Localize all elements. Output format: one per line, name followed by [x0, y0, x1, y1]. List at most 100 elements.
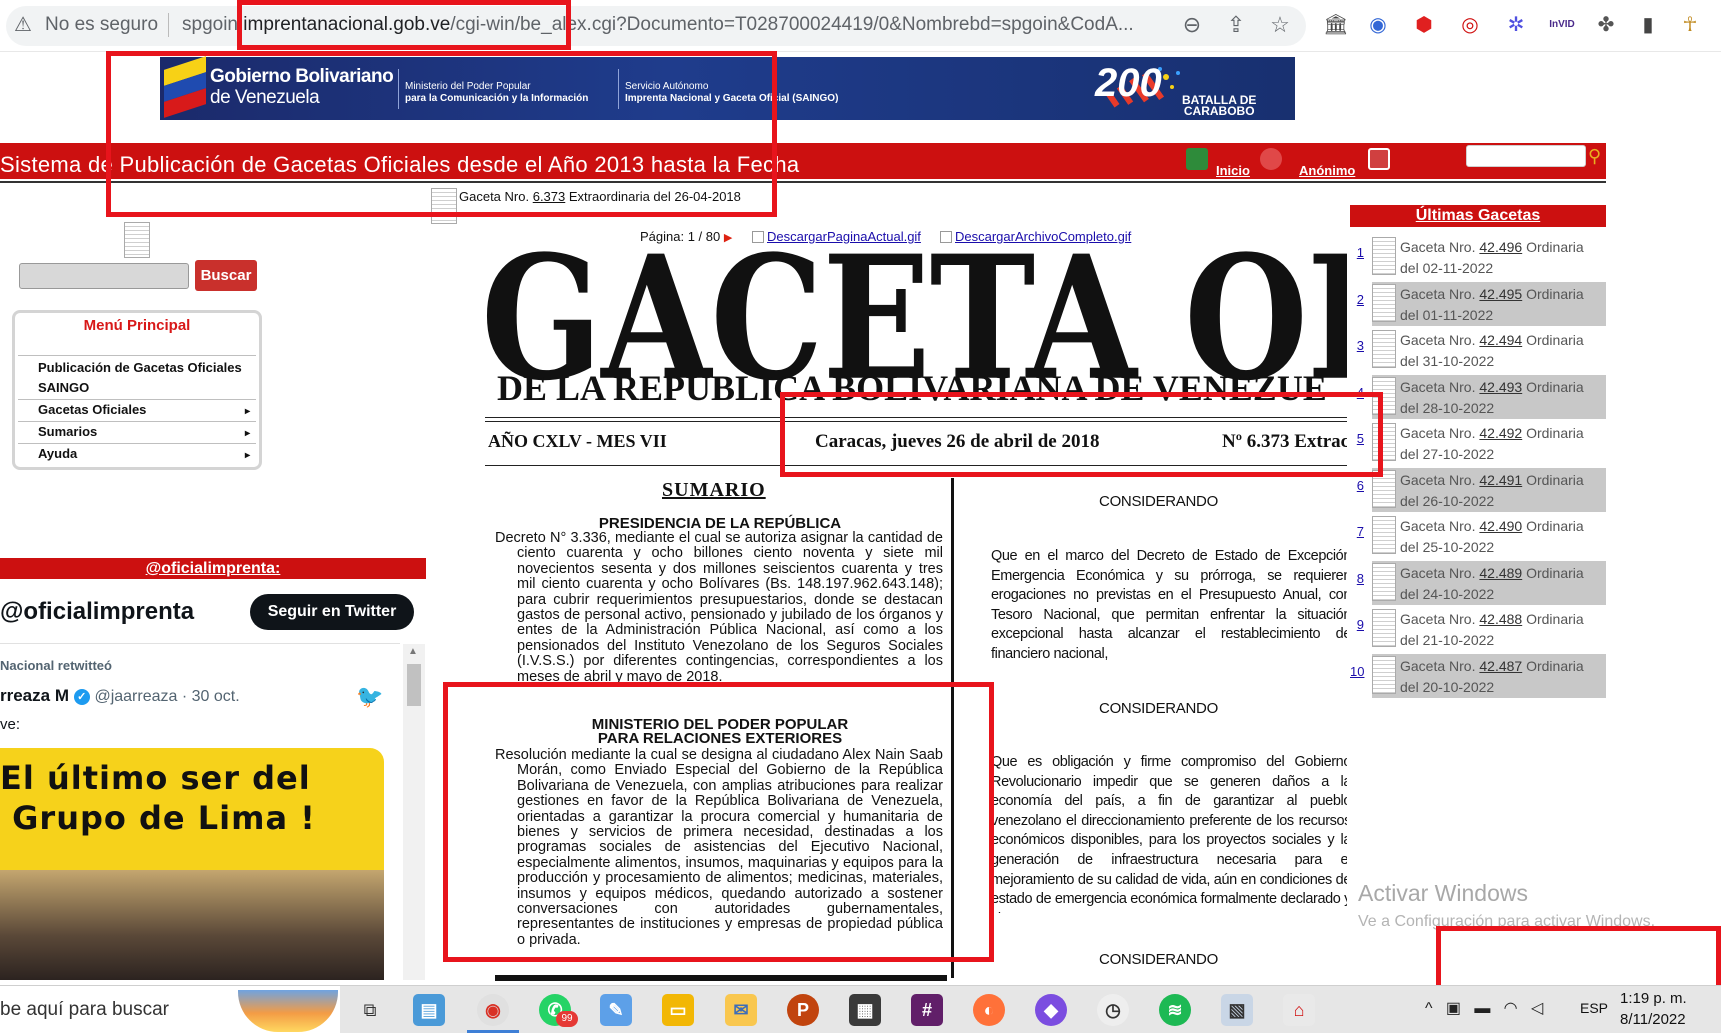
download-file-link[interactable]: DescargarArchivoCompleto.gif	[940, 229, 1131, 244]
buscar-button[interactable]: Buscar	[195, 260, 257, 291]
clock-time[interactable]: 1:19 p. m.	[1620, 990, 1687, 1007]
ultima-gaceta-index[interactable]: 10	[1350, 664, 1364, 679]
header-search-input[interactable]	[1466, 145, 1586, 167]
language-indicator[interactable]: ESP	[1580, 1000, 1608, 1016]
taskbar-search-text[interactable]: be aquí para buscar	[0, 999, 169, 1021]
menu-item-publicacion[interactable]: Publicación de Gacetas Oficiales SAINGO	[18, 355, 256, 397]
twitter-account-name[interactable]: @oficialimprenta	[0, 598, 194, 626]
ultima-gaceta-box[interactable]: Gaceta Nro. 42.492 Ordinaria del 27-10-20…	[1372, 421, 1606, 465]
slack-icon[interactable]: #	[911, 994, 943, 1026]
warning-icon[interactable]: ⚠	[14, 12, 32, 37]
gaceta-thumbnail-icon[interactable]	[124, 222, 150, 258]
ultima-gaceta-box[interactable]: Gaceta Nro. 42.487 Ordinaria del 20-10-20…	[1372, 653, 1606, 698]
volume-icon[interactable]: ◁	[1531, 1000, 1543, 1017]
scroll-up-icon[interactable]: ▲	[408, 646, 418, 657]
files-app-icon[interactable]: ▤	[413, 994, 445, 1026]
ultima-gaceta-item[interactable]: 8 Gaceta Nro. 42.489 Ordinaria del 24-10-2…	[1350, 560, 1606, 607]
home-icon[interactable]	[1186, 148, 1208, 170]
follow-twitter-button[interactable]: Seguir en Twitter	[250, 594, 414, 630]
camera-icon[interactable]: ▣	[1446, 1000, 1461, 1017]
nav-inicio-link[interactable]: Inicio	[1216, 163, 1250, 178]
sticky-notes-icon[interactable]: ✉	[725, 994, 757, 1026]
bank-extension-icon[interactable]: 🏛	[1322, 11, 1350, 39]
ultima-gaceta-item[interactable]: 9 Gaceta Nro. 42.488 Ordinaria del 21-10-2…	[1350, 607, 1606, 653]
clock-app-icon[interactable]: ◷	[1097, 994, 1129, 1026]
nav-anonimo-link[interactable]: Anónimo	[1299, 163, 1355, 178]
ultima-gaceta-index[interactable]: 9	[1350, 617, 1364, 632]
calculator-icon[interactable]: ▦	[849, 994, 881, 1026]
logout-icon[interactable]	[1368, 148, 1390, 170]
ultima-gaceta-box[interactable]: Gaceta Nro. 42.490 Ordinaria del 25-10-20…	[1372, 514, 1606, 558]
ultima-gaceta-box[interactable]: Gaceta Nro. 42.491 Ordinaria del 26-10-20…	[1372, 467, 1606, 512]
download-page-link[interactable]: DescargarPaginaActual.gif	[752, 229, 921, 244]
twitter-scrollbar[interactable]: ▲	[403, 644, 425, 980]
ultima-gaceta-item[interactable]: 10 Gaceta Nro. 42.487 Ordinaria del 20-10-…	[1350, 653, 1606, 700]
ultima-gaceta-number-link[interactable]: 42.495	[1479, 286, 1522, 302]
firefox-icon[interactable]: ◐	[973, 994, 1005, 1026]
bookmark-star-icon[interactable]: ☆	[1266, 12, 1294, 38]
gaceta-thumbnail-icon[interactable]	[1372, 516, 1396, 554]
ultima-gaceta-number-link[interactable]: 42.492	[1479, 425, 1522, 441]
ultima-gaceta-number-link[interactable]: 42.487	[1479, 658, 1522, 674]
ultimas-gacetas-title[interactable]: Últimas Gacetas	[1350, 205, 1606, 227]
ultima-gaceta-index[interactable]: 7	[1350, 524, 1364, 539]
show-hidden-icons-icon[interactable]: ^	[1425, 1000, 1433, 1017]
ultima-gaceta-number-link[interactable]: 42.493	[1479, 379, 1522, 395]
menu-item-gacetas[interactable]: Gacetas Oficiales ▸	[18, 399, 256, 420]
system-tray[interactable]: ^ ▣ ▬ ◠ ◁	[1425, 998, 1543, 1018]
file-explorer-icon[interactable]: ▭	[662, 994, 694, 1026]
clock-date[interactable]: 8/11/2022	[1620, 1011, 1686, 1028]
acrobat-icon[interactable]: ⌂	[1283, 994, 1315, 1026]
gaceta-thumbnail-icon[interactable]	[1372, 283, 1396, 322]
sidepanel-icon[interactable]: ▮	[1634, 11, 1662, 39]
twitter-bird-icon[interactable]: 🐦	[356, 684, 383, 710]
ultima-gaceta-number-link[interactable]: 42.488	[1479, 611, 1522, 627]
extensions-puzzle-icon[interactable]: ✤	[1592, 11, 1620, 39]
paint-icon[interactable]: ✎	[600, 994, 632, 1026]
affinity-icon[interactable]: ◆	[1035, 994, 1067, 1026]
ultima-gaceta-number-link[interactable]: 42.496	[1479, 239, 1522, 255]
wifi-icon[interactable]: ◠	[1504, 1000, 1518, 1017]
ultima-gaceta-index[interactable]: 2	[1350, 292, 1364, 307]
ultima-gaceta-index[interactable]: 3	[1350, 338, 1364, 353]
user-icon[interactable]	[1260, 148, 1282, 170]
gaceta-thumbnail-icon[interactable]	[1372, 237, 1396, 275]
ultima-gaceta-item[interactable]: 7 Gaceta Nro. 42.490 Ordinaria del 25-10-2…	[1350, 514, 1606, 560]
gaceta-thumbnail-icon[interactable]	[1372, 330, 1396, 368]
ultima-gaceta-box[interactable]: Gaceta Nro. 42.494 Ordinaria del 31-10-20…	[1372, 328, 1606, 372]
ultima-gaceta-box[interactable]: Gaceta Nro. 42.493 Ordinaria del 28-10-20…	[1372, 374, 1606, 419]
gaceta-thumbnail-icon[interactable]	[1372, 562, 1396, 601]
scrollbar-thumb[interactable]	[407, 664, 421, 706]
ultima-gaceta-box[interactable]: Gaceta Nro. 42.489 Ordinaria del 24-10-20…	[1372, 560, 1606, 605]
menu-item-ayuda[interactable]: Ayuda ▸	[18, 443, 256, 464]
ultima-gaceta-item[interactable]: 6 Gaceta Nro. 42.491 Ordinaria del 26-10-2…	[1350, 467, 1606, 514]
ultima-gaceta-number-link[interactable]: 42.494	[1479, 332, 1522, 348]
chrome-icon[interactable]: ◉	[477, 994, 509, 1026]
powerpoint-icon[interactable]: P	[787, 994, 819, 1026]
invid-extension-icon[interactable]: InVID	[1548, 11, 1576, 39]
search-icon[interactable]: ⚲	[1588, 146, 1601, 167]
lens-extension-icon[interactable]: ◉	[1364, 11, 1392, 39]
twitter-section-title[interactable]: @oficialimprenta:	[0, 558, 426, 579]
ultima-gaceta-box[interactable]: Gaceta Nro. 42.495 Ordinaria del 01-11-20…	[1372, 281, 1606, 326]
ultima-gaceta-number-link[interactable]: 42.490	[1479, 518, 1522, 534]
ultima-gaceta-item[interactable]: 5 Gaceta Nro. 42.492 Ordinaria del 27-10-2…	[1350, 421, 1606, 467]
adblock-extension-icon[interactable]: ⬢	[1410, 11, 1438, 39]
taskbar-search-box[interactable]: be aquí para buscar	[0, 986, 340, 1033]
ultima-gaceta-item[interactable]: 4 Gaceta Nro. 42.493 Ordinaria del 28-10-2…	[1350, 374, 1606, 421]
ultima-gaceta-box[interactable]: Gaceta Nro. 42.488 Ordinaria del 21-10-20…	[1372, 607, 1606, 651]
ultima-gaceta-number-link[interactable]: 42.489	[1479, 565, 1522, 581]
ultima-gaceta-number-link[interactable]: 42.491	[1479, 472, 1522, 488]
ultima-gaceta-index[interactable]: 6	[1350, 478, 1364, 493]
record-extension-icon[interactable]: ◎	[1456, 11, 1484, 39]
share-icon[interactable]: ⇪	[1222, 12, 1250, 38]
next-page-icon[interactable]: ▶	[724, 232, 732, 244]
tweet-author[interactable]: rreaza M ✓ @jaarreaza · 30 oct.	[0, 686, 240, 706]
zoom-icon[interactable]: ⊖	[1178, 12, 1206, 38]
ultima-gaceta-item[interactable]: 1 Gaceta Nro. 42.496 Ordinaria del 02-11-2…	[1350, 235, 1606, 281]
ultima-gaceta-box[interactable]: Gaceta Nro. 42.496 Ordinaria del 02-11-20…	[1372, 235, 1606, 279]
ultima-gaceta-index[interactable]: 8	[1350, 571, 1364, 586]
security-label[interactable]: No es seguro	[45, 14, 158, 36]
ankh-extension-icon[interactable]: ☥	[1676, 11, 1704, 39]
ultima-gaceta-item[interactable]: 3 Gaceta Nro. 42.494 Ordinaria del 31-10-2…	[1350, 328, 1606, 374]
